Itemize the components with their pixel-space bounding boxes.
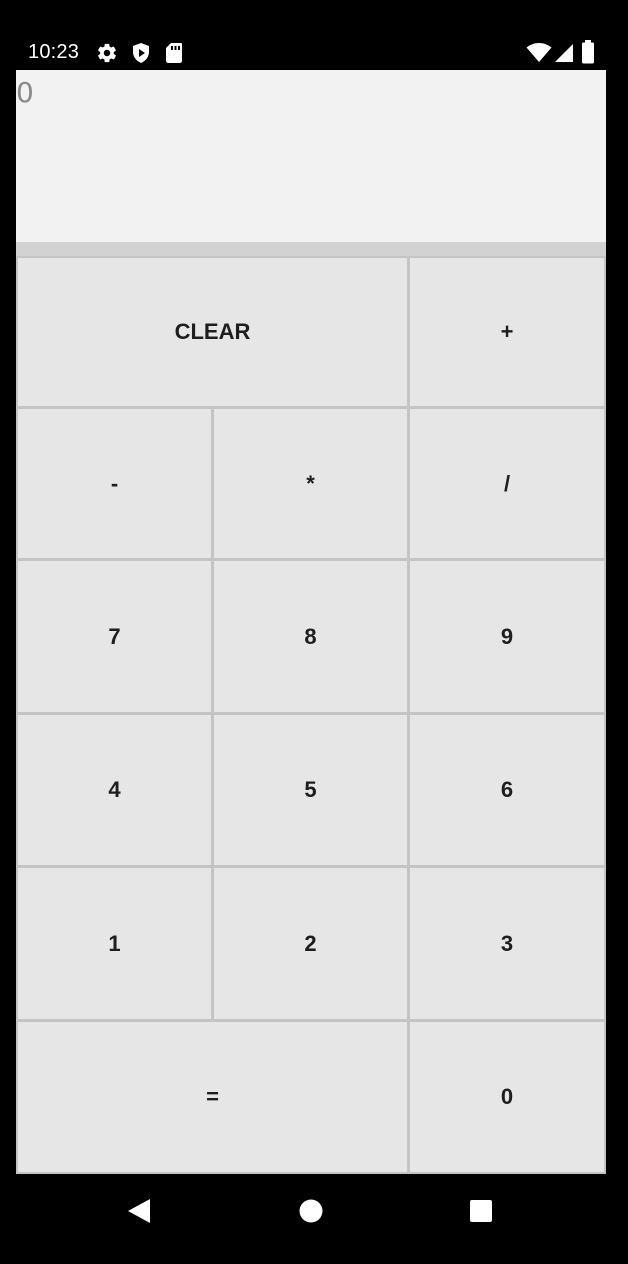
equals-button[interactable]: = — [18, 1022, 407, 1172]
status-bar: 10:23 — [16, 34, 606, 70]
clear-button[interactable]: CLEAR — [18, 258, 407, 406]
calculator-app: 0 CLEAR + - * / 7 8 9 4 5 6 1 2 3 = 0 — [16, 70, 606, 1174]
battery-icon — [582, 40, 594, 64]
sd-card-icon — [166, 43, 182, 63]
result-display: 0 — [16, 70, 606, 242]
divider — [16, 242, 606, 256]
digit-3-button[interactable]: 3 — [410, 868, 604, 1019]
signal-icon — [555, 44, 573, 62]
divide-button[interactable]: / — [410, 409, 604, 558]
digit-9-button[interactable]: 9 — [410, 561, 604, 712]
digit-7-button[interactable]: 7 — [18, 561, 211, 712]
digit-4-button[interactable]: 4 — [18, 715, 211, 865]
multiply-button[interactable]: * — [214, 409, 407, 558]
digit-2-button[interactable]: 2 — [214, 868, 407, 1019]
device-frame: 10:23 0 CLEAR + - * / 7 8 9 4 5 6 1 2 3 … — [0, 0, 628, 1264]
navigation-bar — [0, 1174, 628, 1264]
wifi-icon — [526, 43, 552, 62]
home-icon[interactable] — [298, 1198, 324, 1224]
digit-5-button[interactable]: 5 — [214, 715, 407, 865]
gear-icon — [98, 43, 116, 63]
digit-6-button[interactable]: 6 — [410, 715, 604, 865]
digit-1-button[interactable]: 1 — [18, 868, 211, 1019]
status-time: 10:23 — [28, 41, 80, 63]
keypad: CLEAR + - * / 7 8 9 4 5 6 1 2 3 = 0 — [16, 256, 606, 1174]
digit-0-button[interactable]: 0 — [410, 1022, 604, 1172]
shield-icon — [133, 43, 149, 63]
digit-8-button[interactable]: 8 — [214, 561, 407, 712]
plus-button[interactable]: + — [410, 258, 604, 406]
recents-icon[interactable] — [468, 1198, 494, 1224]
minus-button[interactable]: - — [18, 409, 211, 558]
display-value: 0 — [16, 76, 34, 109]
back-icon[interactable] — [126, 1197, 152, 1225]
